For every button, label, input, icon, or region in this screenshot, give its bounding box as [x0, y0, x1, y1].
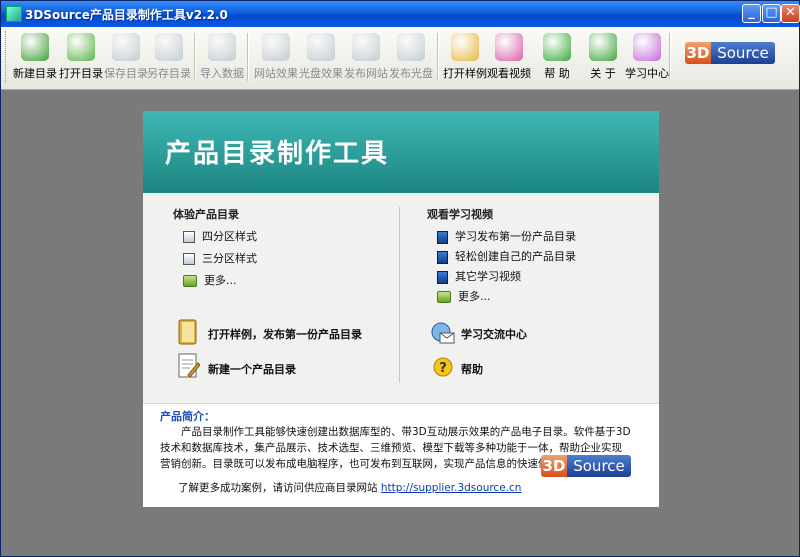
link-more-catalogs[interactable]: 更多... — [183, 272, 237, 288]
toolbar-button-import-data: 导入数据 — [200, 31, 244, 87]
book-icon — [178, 319, 197, 345]
import-data-icon — [208, 33, 236, 61]
toolbar-button-label: 打开样例 — [443, 67, 487, 80]
toolbar-button-about[interactable]: 关 于 — [581, 31, 625, 87]
new-document-icon — [178, 353, 200, 378]
help-question-icon: ? — [433, 357, 453, 377]
toolbar-button-watch-video[interactable]: 观看视频 — [487, 31, 531, 87]
logo-source-text: Source — [711, 42, 775, 64]
toolbar-grip[interactable] — [5, 31, 9, 83]
save-catalog-icon — [112, 33, 140, 61]
toolbar-button-label: 光盘效果 — [299, 67, 343, 80]
svg-text:?: ? — [439, 361, 447, 376]
toolbar-button-label: 新建目录 — [13, 67, 57, 80]
maximize-button[interactable]: □ — [762, 4, 781, 23]
toolbar-button-label: 学习中心 — [625, 67, 669, 80]
open-sample-icon — [451, 33, 479, 61]
toolbar-button-publish-cd: 发布光盘 — [389, 31, 433, 87]
app-icon — [6, 6, 22, 22]
about-icon — [589, 33, 617, 61]
list-icon — [183, 231, 195, 243]
new-catalog-action[interactable]: 新建一个产品目录 — [208, 361, 296, 377]
watch-video-icon — [495, 33, 523, 61]
toolbar: 新建目录 打开目录 保存目录 另存目录 导入数据 网站效果 光盘效果 发布网站 发布光盘 打开样例… — [1, 27, 799, 90]
toolbar-button-open-sample[interactable]: 打开样例 — [443, 31, 487, 87]
product-intro: 产品简介： 产品目录制作工具能够快速创建出数据库型的、带3D互动展示效果的产品电… — [143, 403, 659, 507]
link-four-zone-style[interactable]: 四分区样式 — [183, 228, 257, 244]
close-button[interactable]: ✕ — [781, 4, 800, 23]
toolbar-button-label: 导入数据 — [200, 67, 244, 80]
save-as-catalog-icon — [155, 33, 183, 61]
minimize-button[interactable]: _ — [742, 4, 761, 23]
section-heading-try-catalog: 体验产品目录 — [173, 208, 239, 221]
cd-preview-icon — [307, 33, 335, 61]
supplier-site-link[interactable]: http://supplier.3dsource.cn — [381, 482, 522, 494]
title-bar[interactable]: 3DSource产品目录制作工具v2.2.0 _ □ ✕ — [1, 1, 800, 27]
website-preview-icon — [262, 33, 290, 61]
new-catalog-icon — [21, 33, 49, 61]
section-heading-videos: 观看学习视频 — [427, 208, 493, 221]
panel-title: 产品目录制作工具 — [165, 139, 390, 169]
toolbar-button-label: 发布光盘 — [389, 67, 433, 80]
link-video-other[interactable]: 其它学习视频 — [437, 268, 521, 284]
folder-arrow-icon — [437, 291, 451, 303]
toolbar-separator — [194, 33, 196, 81]
panel-body: 体验产品目录 四分区样式 三分区样式 更多... 观看学习视频 学习发布第一份产… — [143, 193, 659, 404]
toolbar-button-help[interactable]: 帮 助 — [535, 31, 579, 87]
learning-center-icon — [633, 33, 661, 61]
app-window: 3DSource产品目录制作工具v2.2.0 _ □ ✕ 新建目录 打开目录 保存目… — [0, 0, 800, 557]
toolbar-button-label: 打开目录 — [59, 67, 103, 80]
toolbar-button-website-preview: 网站效果 — [254, 31, 298, 87]
link-video-create-catalog[interactable]: 轻松创建自己的产品目录 — [437, 248, 576, 264]
window-title: 3DSource产品目录制作工具v2.2.0 — [25, 8, 228, 22]
publish-website-icon — [352, 33, 380, 61]
logo-3d-text: 3D — [685, 42, 711, 64]
logo-source-text: Source — [567, 455, 631, 477]
toolbar-button-learning-center[interactable]: 学习中心 — [625, 31, 669, 87]
toolbar-button-publish-website: 发布网站 — [344, 31, 388, 87]
intro-title: 产品简介： — [160, 410, 215, 423]
toolbar-button-label: 帮 助 — [544, 67, 570, 80]
start-panel: 产品目录制作工具 体验产品目录 四分区样式 三分区样式 更多... 观看学习视频… — [143, 111, 659, 507]
toolbar-button-save-catalog: 保存目录 — [104, 31, 148, 87]
film-icon — [437, 250, 448, 264]
toolbar-separator — [247, 33, 249, 81]
toolbar-button-label: 另存目录 — [147, 67, 191, 80]
toolbar-button-label: 保存目录 — [104, 67, 148, 80]
toolbar-button-save-as-catalog: 另存目录 — [147, 31, 191, 87]
logo-3d-text: 3D — [541, 455, 567, 477]
help-action[interactable]: 帮助 — [461, 361, 483, 377]
link-three-zone-style[interactable]: 三分区样式 — [183, 250, 257, 266]
3dsource-logo: 3D Source — [685, 39, 775, 67]
toolbar-separator — [437, 33, 439, 81]
help-icon — [543, 33, 571, 61]
link-more-videos[interactable]: 更多... — [437, 288, 491, 304]
panel-banner: 产品目录制作工具 — [143, 111, 659, 193]
3dsource-logo-small: 3D Source — [541, 452, 631, 480]
toolbar-button-open-catalog[interactable]: 打开目录 — [59, 31, 103, 87]
publish-cd-icon — [397, 33, 425, 61]
list-icon — [183, 253, 195, 265]
intro-more: 了解更多成功案例，请访问供应商目录网站 http://supplier.3dso… — [178, 482, 522, 494]
toolbar-button-new-catalog[interactable]: 新建目录 — [13, 31, 57, 87]
open-sample-action[interactable]: 打开样例，发布第一份产品目录 — [208, 326, 362, 342]
toolbar-button-label: 关 于 — [590, 67, 616, 80]
toolbar-button-cd-preview: 光盘效果 — [299, 31, 343, 87]
column-divider — [399, 207, 400, 383]
film-icon — [437, 230, 448, 244]
toolbar-button-label: 观看视频 — [487, 67, 531, 80]
learning-exchange-action[interactable]: 学习交流中心 — [461, 326, 527, 342]
open-catalog-icon — [67, 33, 95, 61]
toolbar-button-label: 网站效果 — [254, 67, 298, 80]
toolbar-separator — [669, 33, 671, 81]
toolbar-button-label: 发布网站 — [344, 67, 388, 80]
folder-arrow-icon — [183, 275, 197, 287]
link-video-first-catalog[interactable]: 学习发布第一份产品目录 — [437, 228, 576, 244]
film-icon — [437, 270, 448, 284]
globe-mail-icon — [431, 322, 455, 344]
